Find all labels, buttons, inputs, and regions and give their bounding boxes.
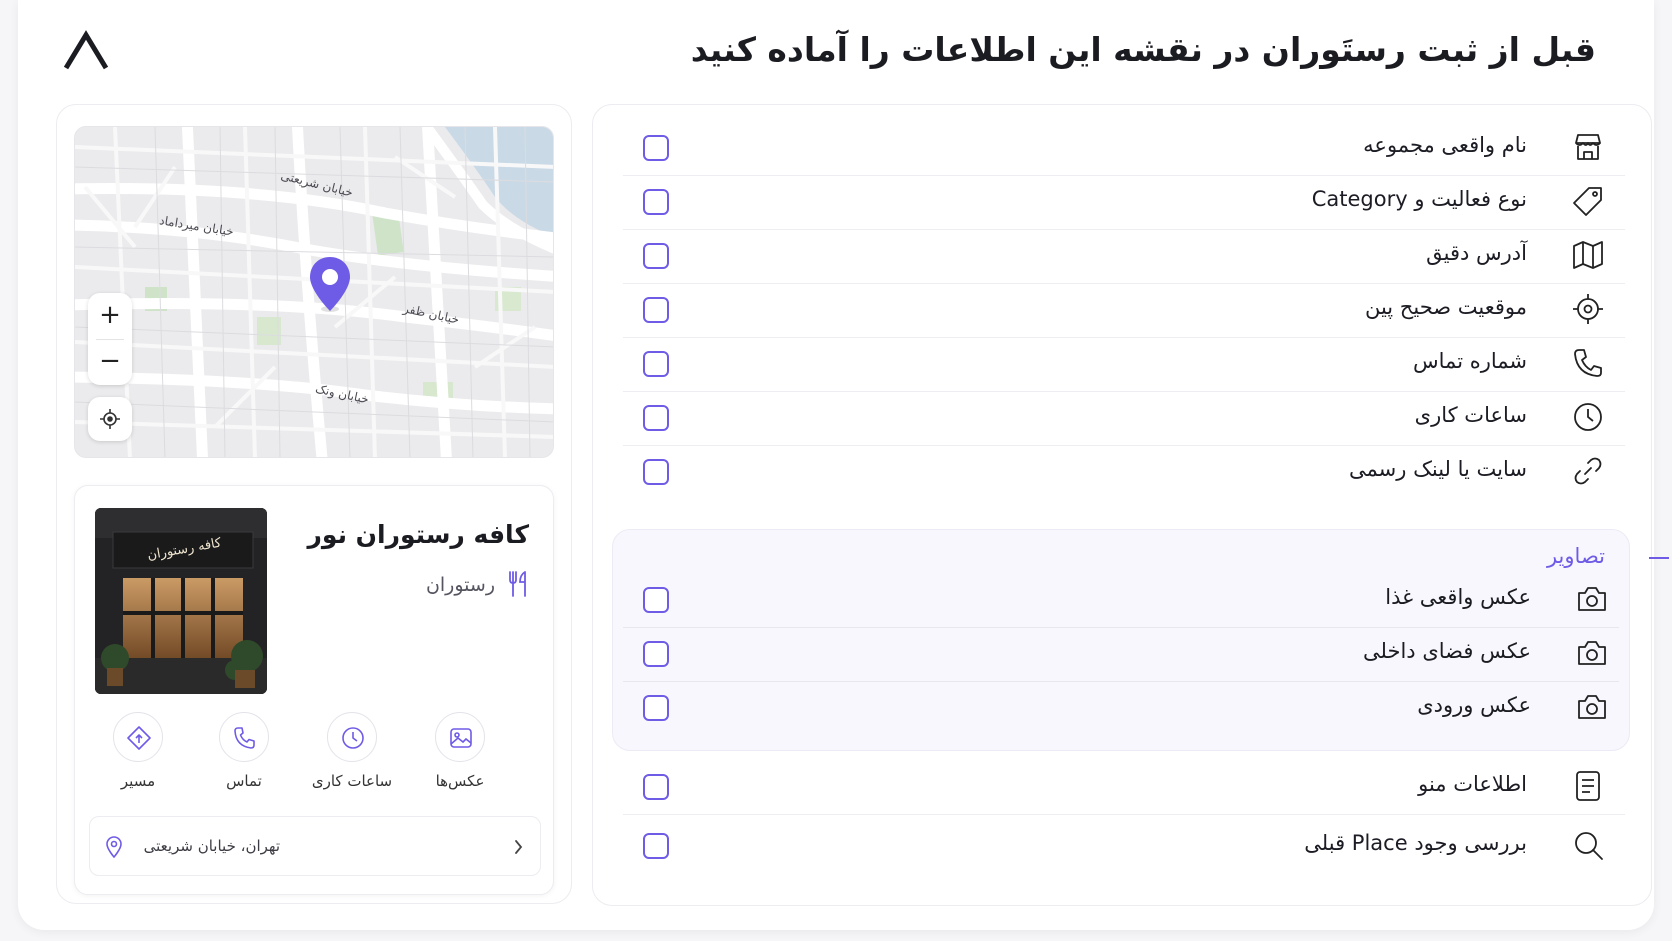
preview-panel: خیابان شریعتی خیابان میرداماد خیابان ظفر… [56,104,572,904]
checkbox[interactable] [643,405,669,431]
checklist-item-label: عکس ورودی [1417,693,1531,717]
app-logo-icon[interactable] [62,30,112,72]
zoom-in-button[interactable]: + [88,293,132,339]
action-label: تماس [226,772,262,790]
action-label: عکس‌ها [435,772,485,790]
tag-icon [1571,184,1605,218]
clock-icon [1571,400,1605,434]
clock-icon [342,727,364,749]
checkbox[interactable] [643,641,669,667]
page-title: قبل از ثبت رستَوران در نقشه این اطلاعات … [690,30,1597,69]
checklist-item-label: اطلاعات منو [1418,772,1527,796]
camera-icon [1575,582,1609,616]
checkbox[interactable] [643,587,669,613]
checklist-item-hours: ساعات کاری [623,389,1625,446]
checkbox[interactable] [643,135,669,161]
directions-action-button [113,712,163,762]
crosshair-icon [1571,292,1605,326]
checklist-item-address: آدرس دقیق [623,227,1625,284]
photos-action-button [435,712,485,762]
checklist-item-food-photo: عکس واقعی غذا [623,572,1619,628]
location-pin-icon [106,836,122,858]
hours-action[interactable]: ساعات کاری [297,712,407,792]
checklist-item-name: نام واقعی مجموعه [623,119,1625,176]
call-action-button [219,712,269,762]
images-section: تصاویر عکس واقعی غذا عکس فضای داخلی عکس … [612,529,1669,751]
checkbox[interactable] [643,351,669,377]
checklist-item-menu: اطلاعات منو [623,758,1625,815]
call-action[interactable]: تماس [189,712,299,792]
checkbox[interactable] [643,695,669,721]
place-name: کافه رستوران نور [307,520,529,549]
checklist-item-pin: موقعیت صحیح پین [623,281,1625,338]
chevron-right-icon [515,840,523,854]
page-frame: قبل از ثبت رستَوران در نقشه این اطلاعات … [18,0,1669,930]
hours-action-button [327,712,377,762]
zoom-out-button[interactable]: − [88,339,132,385]
checklist-item-label: نام واقعی مجموعه [1363,133,1527,157]
zoom-control: + − [88,293,132,385]
checkbox[interactable] [643,189,669,215]
section-dash [1649,557,1669,559]
checklist-item-label: شماره تماس [1413,349,1527,373]
locate-me-button[interactable] [88,397,132,441]
image-icon [450,728,472,748]
images-section-title: تصاویر [1546,544,1605,568]
camera-icon [1575,636,1609,670]
checklist-item-label: آدرس دقیق [1426,241,1527,265]
checkbox[interactable] [643,774,669,800]
map-pin-icon[interactable] [307,255,353,313]
checkbox[interactable] [643,459,669,485]
search-icon [1571,828,1605,862]
action-label: مسیر [120,772,156,790]
directions-action[interactable]: مسیر [83,712,193,792]
address-row[interactable]: تهران، خیابان شریعتی [89,816,541,876]
checkbox[interactable] [643,297,669,323]
address-text: تهران، خیابان شریعتی [143,837,280,855]
checklist-item-link: سایت یا لینک رسمی [623,443,1625,500]
checklist-item-place-check: بررسی وجود Place قبلی [623,817,1625,874]
map-view[interactable]: خیابان شریعتی خیابان میرداماد خیابان ظفر… [74,126,554,458]
storefront-icon [1571,130,1605,164]
checklist-item-label: عکس فضای داخلی [1363,639,1531,663]
link-icon [1571,454,1605,488]
checkbox[interactable] [643,243,669,269]
photos-action[interactable]: عکس‌ها [405,712,515,792]
phone-icon [234,727,255,749]
place-card: کافه رستوران نور رستوران کافه رستوران عک… [74,485,554,895]
crosshair-icon [100,409,120,429]
map-icon [1571,238,1605,272]
action-label: ساعات کاری [311,772,393,790]
place-photo[interactable]: کافه رستوران [95,508,267,694]
checkbox[interactable] [643,833,669,859]
checklist-item-phone: شماره تماس [623,335,1625,392]
checklist-item-interior-photo: عکس فضای داخلی [623,626,1619,682]
place-category: رستوران [425,574,495,596]
directions-icon [127,726,151,750]
checklist-item-label: ساعات کاری [1414,403,1527,427]
checklist-panel: نام واقعی مجموعه نوع فعالیت و Category آ… [592,104,1669,906]
cutlery-icon [509,571,526,597]
document-icon [1571,769,1605,803]
camera-icon [1575,690,1609,724]
checklist-item-label: نوع فعالیت و Category [1311,187,1527,211]
checklist-item-label: موقعیت صحیح پین [1364,295,1527,319]
checklist-item-label: عکس واقعی غذا [1385,585,1531,609]
checklist-item-entrance-photo: عکس ورودی [623,680,1619,736]
checklist-item-label: بررسی وجود Place قبلی [1304,831,1527,855]
checklist-item-category: نوع فعالیت و Category [623,173,1625,230]
phone-icon [1571,346,1605,380]
checklist-item-label: سایت یا لینک رسمی [1349,457,1527,481]
